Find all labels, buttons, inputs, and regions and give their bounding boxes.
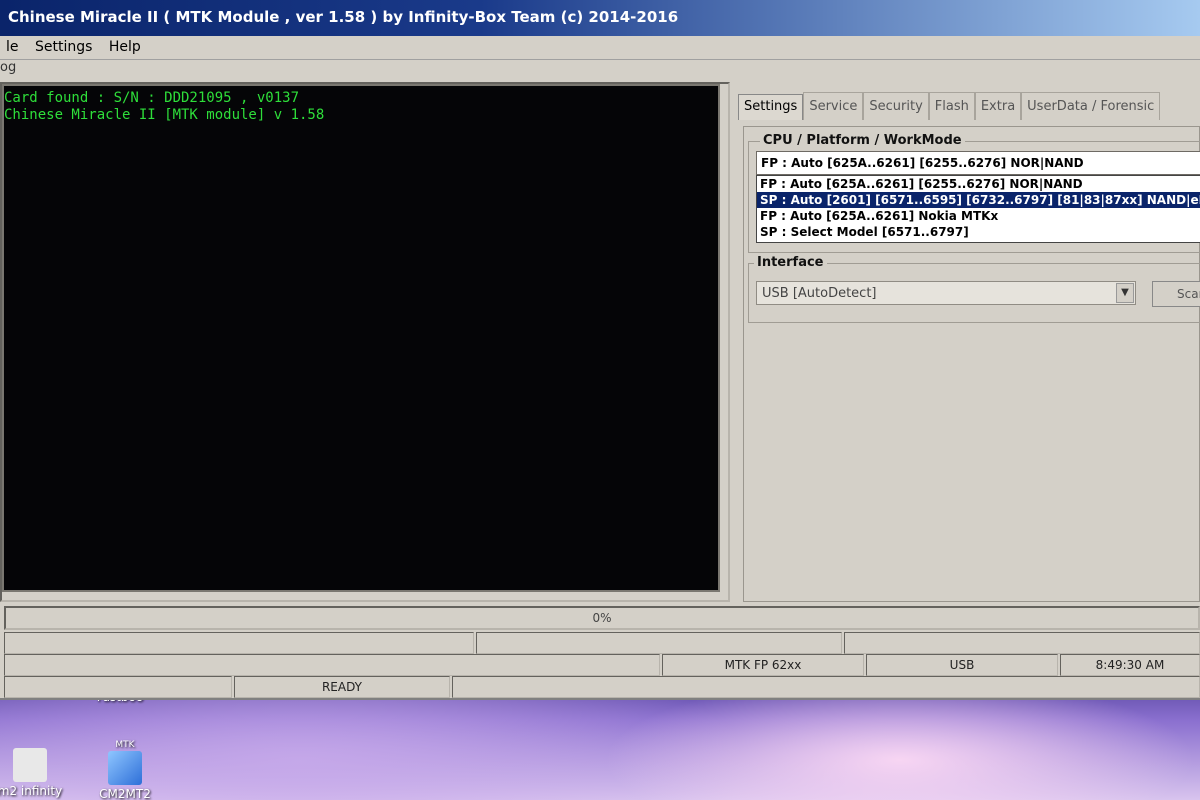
cpu-option[interactable]: FP : Auto [625A..6261] Nokia MTKx [757,208,1200,224]
menu-file[interactable]: le [0,39,25,55]
desktop-shortcut-cm2-infinity[interactable]: m2 infinity [0,748,70,798]
tab-strip: Settings Service Security Flash Extra UserDat… [738,92,1161,126]
log-line: Card found : S/N : DDD21095 , v0137 [4,90,300,106]
desktop-shortcut-label: m2 infinity [0,784,63,798]
menu-settings[interactable]: Settings [29,39,98,55]
cpu-option[interactable]: FP : Auto [625A..6261] [6255..6276] NOR|… [757,176,1200,192]
settings-panel: Settings Service Security Flash Extra UserDat… [738,92,1200,602]
status-row-upper [4,632,1200,654]
status-cell-empty [4,676,232,698]
tab-userdata-forensic[interactable]: UserData / Forensic [1021,92,1161,120]
log-caption: og [0,60,17,75]
cpu-platform-select[interactable]: FP : Auto [625A..6261] [6255..6276] NOR|… [756,151,1200,175]
tab-service[interactable]: Service [803,92,864,120]
status-cell-empty [844,632,1200,654]
status-cell-empty [4,654,660,676]
status-ready: READY [234,676,450,698]
status-bar: MTK FP 62xx USB 8:49:30 AM [4,654,1200,676]
tab-body-settings: CPU / Platform / WorkMode FP : Auto [625… [743,126,1200,602]
tab-security[interactable]: Security [863,92,929,120]
shortcut-icon [108,751,142,785]
interface-group-content: USB [AutoDetect] ▼ Scan [748,257,1200,317]
window-title: Chinese Miracle II ( MTK Module , ver 1.… [8,8,679,26]
desktop-shortcut-cm2mt2[interactable]: MTK CM2MT2 [85,740,165,800]
interface-select-value: USB [AutoDetect] [762,286,877,301]
progress-text: 0% [592,611,612,625]
interface-select[interactable]: USB [AutoDetect] ▼ [756,281,1136,305]
log-output[interactable]: Card found : S/N : DDD21095 , v0137 Chin… [2,84,720,592]
tab-settings[interactable]: Settings [738,94,804,120]
status-port: USB [866,654,1058,676]
scan-button[interactable]: Scan [1152,281,1200,307]
tab-extra[interactable]: Extra [974,92,1022,120]
menu-help[interactable]: Help [103,39,147,55]
status-cell-empty [4,632,474,654]
file-icon [13,748,47,782]
title-bar[interactable]: Chinese Miracle II ( MTK Module , ver 1.… [0,0,1200,36]
status-time: 8:49:30 AM [1060,654,1200,676]
app-window: Chinese Miracle II ( MTK Module , ver 1.… [0,0,1200,700]
status-cell-empty [476,632,842,654]
desktop-shortcut-label: CM2MT2 [99,787,151,800]
chevron-down-icon[interactable]: ▼ [1116,283,1134,303]
cpu-group-title: CPU / Platform / WorkMode [760,133,965,148]
menu-bar: le Settings Help [0,36,1200,60]
log-panel: Card found : S/N : DDD21095 , v0137 Chin… [0,82,730,602]
log-line: Chinese Miracle II [MTK module] v 1.58 [4,107,325,123]
cpu-option[interactable]: SP : Select Model [6571..6797] [757,224,1200,240]
cpu-platform-dropdown: FP : Auto [625A..6261] [6255..6276] NOR|… [756,175,1200,243]
status-mode: MTK FP 62xx [662,654,864,676]
status-bar-lower: READY [4,676,1200,698]
tab-flash[interactable]: Flash [928,92,975,120]
mtk-badge: MTK [115,740,135,750]
cpu-option-highlighted[interactable]: SP : Auto [2601] [6571..6595] [6732..679… [757,192,1200,208]
status-cell-empty [452,676,1200,698]
progress-bar: 0% [4,606,1200,630]
